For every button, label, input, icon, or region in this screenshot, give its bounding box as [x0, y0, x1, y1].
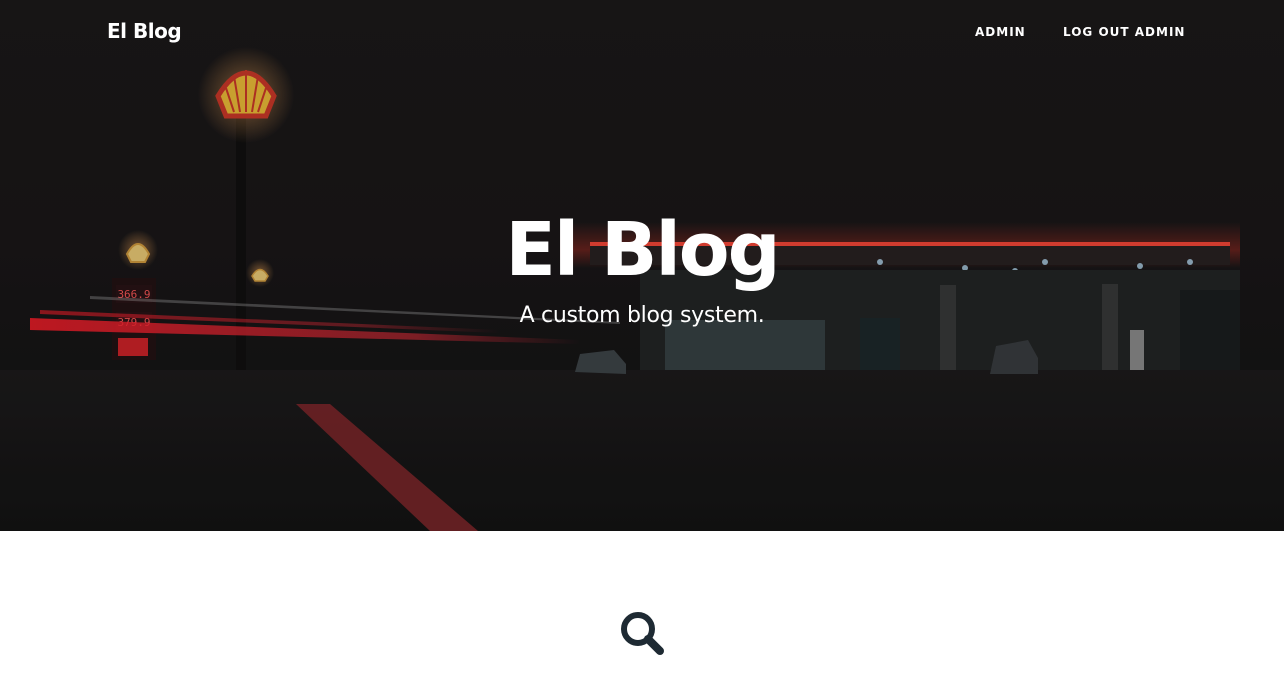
search-icon — [621, 612, 664, 655]
navbar: El Blog ADMIN LOG OUT ADMIN — [0, 0, 1284, 66]
site-subtitle: A custom blog system. — [519, 303, 765, 328]
search-button[interactable] — [618, 609, 666, 657]
nav-link-admin[interactable]: ADMIN — [975, 25, 1026, 39]
hero-header: 366.9 379.9 — [0, 0, 1284, 531]
navbar-brand[interactable]: El Blog — [107, 19, 182, 43]
nav-link-logout[interactable]: LOG OUT ADMIN — [1063, 25, 1185, 39]
site-title: El Blog — [505, 207, 780, 293]
site-heading: El Blog A custom blog system. — [0, 205, 1284, 331]
